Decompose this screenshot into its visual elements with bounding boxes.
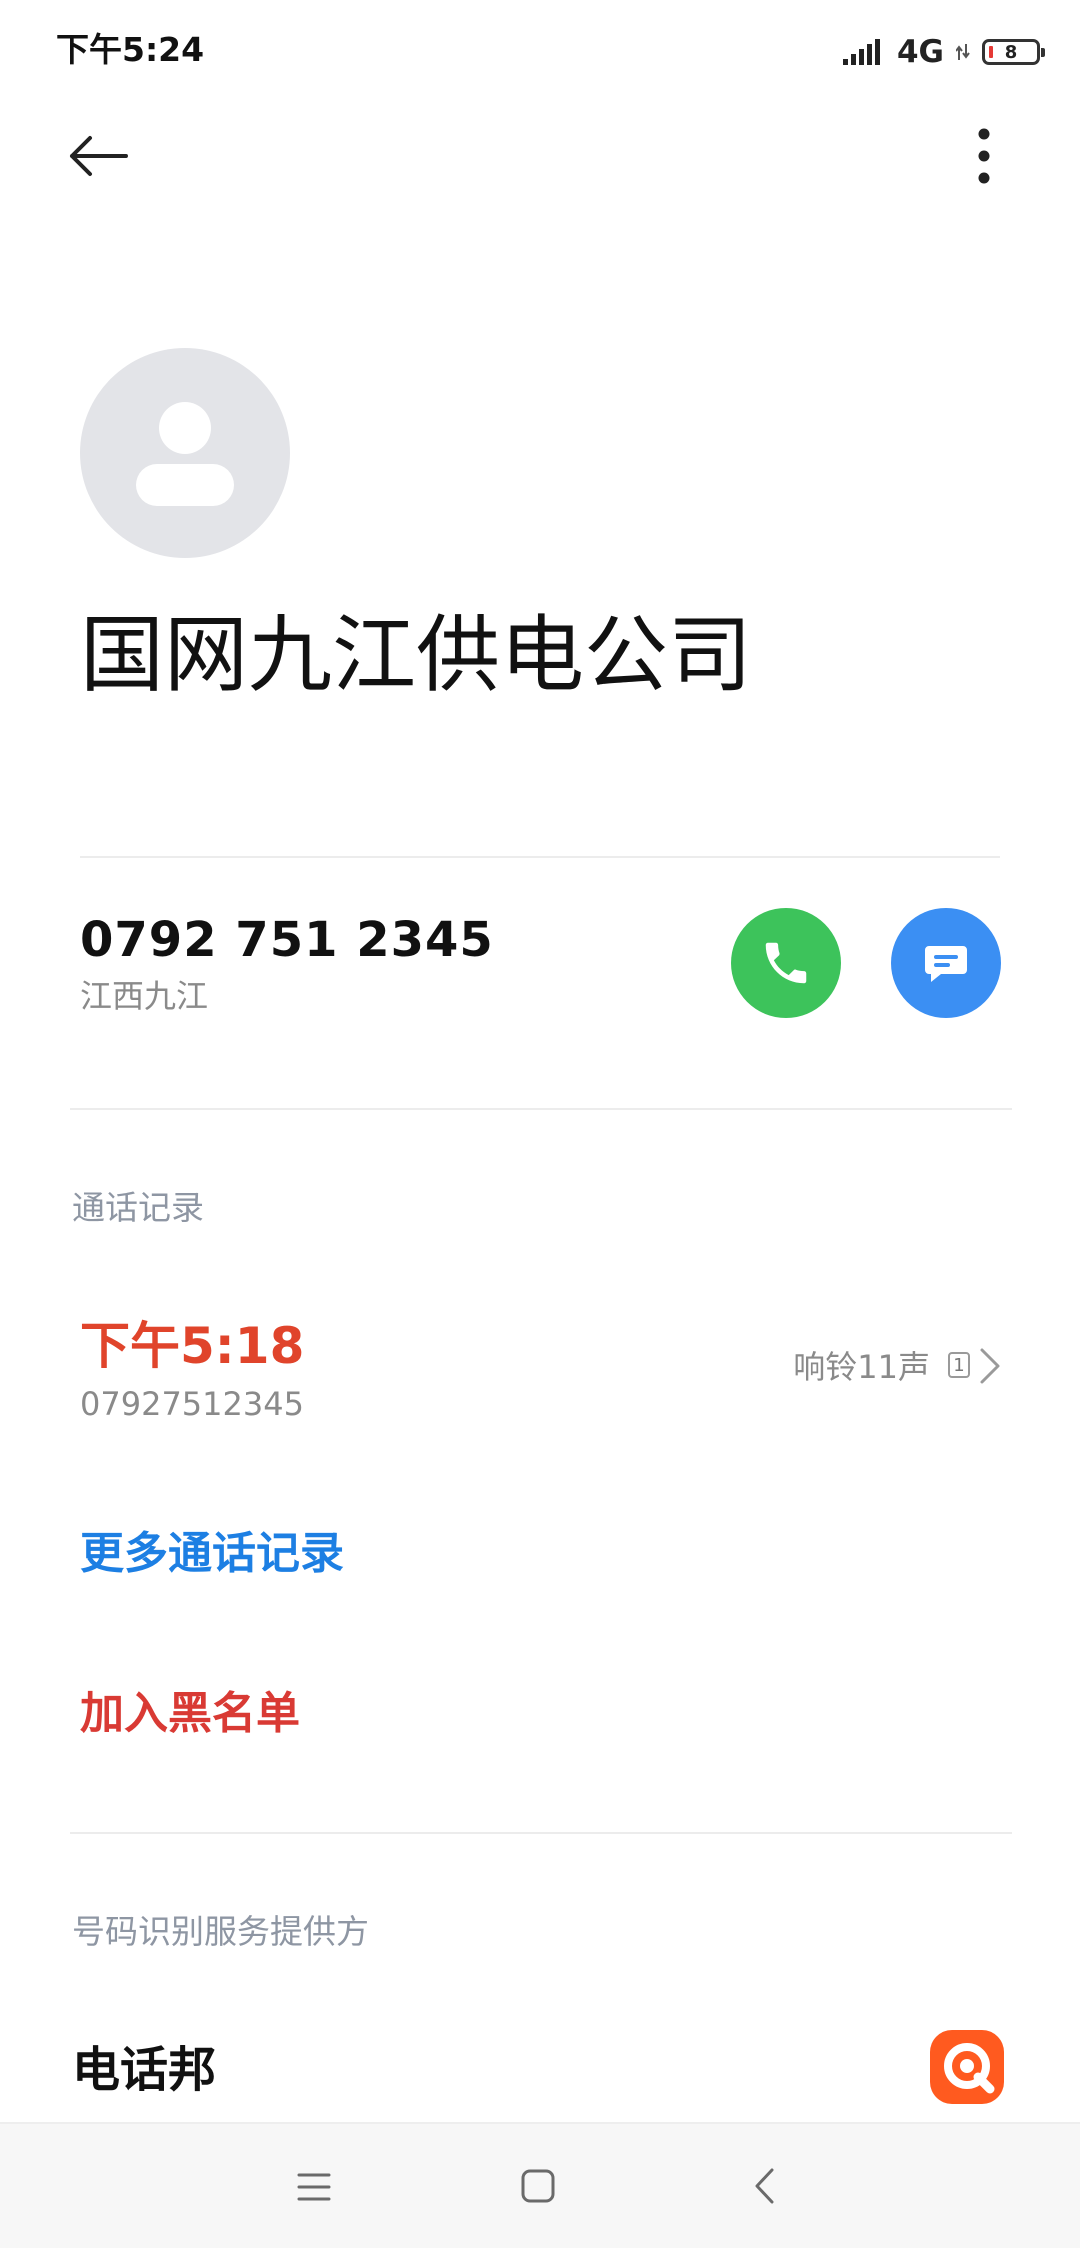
provider-name: 电话邦: [72, 2042, 217, 2098]
dianhuabang-logo-icon: [930, 2030, 1004, 2104]
nav-home-button[interactable]: [520, 2168, 556, 2204]
phone-icon: [765, 942, 807, 984]
status-time: 下午5:24: [56, 30, 205, 69]
call-log-detail-button[interactable]: [976, 1346, 1004, 1386]
network-type: 4G: [896, 34, 944, 70]
contact-avatar: [80, 348, 290, 558]
signal-icon: [842, 39, 880, 65]
battery-icon: 8: [982, 39, 1045, 65]
message-button[interactable]: [891, 908, 1001, 1018]
phone-location: 江西九江: [80, 977, 209, 1015]
back-button[interactable]: [62, 120, 134, 192]
more-call-log-link[interactable]: 更多通话记录: [80, 1526, 344, 1582]
contact-name: 国网九江供电公司: [80, 606, 753, 704]
divider: [80, 856, 1000, 858]
call-log-entry-number: 07927512345: [80, 1385, 304, 1423]
phone-number[interactable]: 0792 751 2345: [80, 910, 494, 970]
sim-badge: 1: [948, 1352, 970, 1378]
more-options-button[interactable]: [950, 120, 1018, 192]
home-square-icon: [521, 2169, 555, 2203]
nav-menu-button[interactable]: [296, 2170, 332, 2204]
call-log-entry-detail: 响铃11声: [793, 1348, 930, 1386]
block-number-button[interactable]: 加入黑名单: [80, 1686, 300, 1742]
divider: [70, 1108, 1012, 1110]
provider-section-title: 号码识别服务提供方: [72, 1912, 369, 1951]
chevron-right-icon: [980, 1348, 1000, 1384]
battery-level: 8: [1004, 41, 1018, 63]
nav-back-button[interactable]: [752, 2166, 778, 2206]
divider: [70, 1832, 1012, 1834]
menu-icon: [297, 2173, 331, 2201]
provider-logo[interactable]: [928, 2028, 1006, 2106]
person-icon: [136, 402, 234, 506]
call-button[interactable]: [731, 908, 841, 1018]
message-icon: [925, 946, 967, 982]
more-vertical-icon: [978, 128, 990, 184]
call-log-entry-time: 下午5:18: [80, 1317, 305, 1375]
chevron-left-icon: [755, 2168, 774, 2204]
arrow-left-icon: [70, 136, 128, 176]
call-log-section-title: 通话记录: [72, 1188, 204, 1227]
data-activity-icon: [956, 44, 970, 60]
status-icons: 4G 8: [842, 30, 1045, 74]
